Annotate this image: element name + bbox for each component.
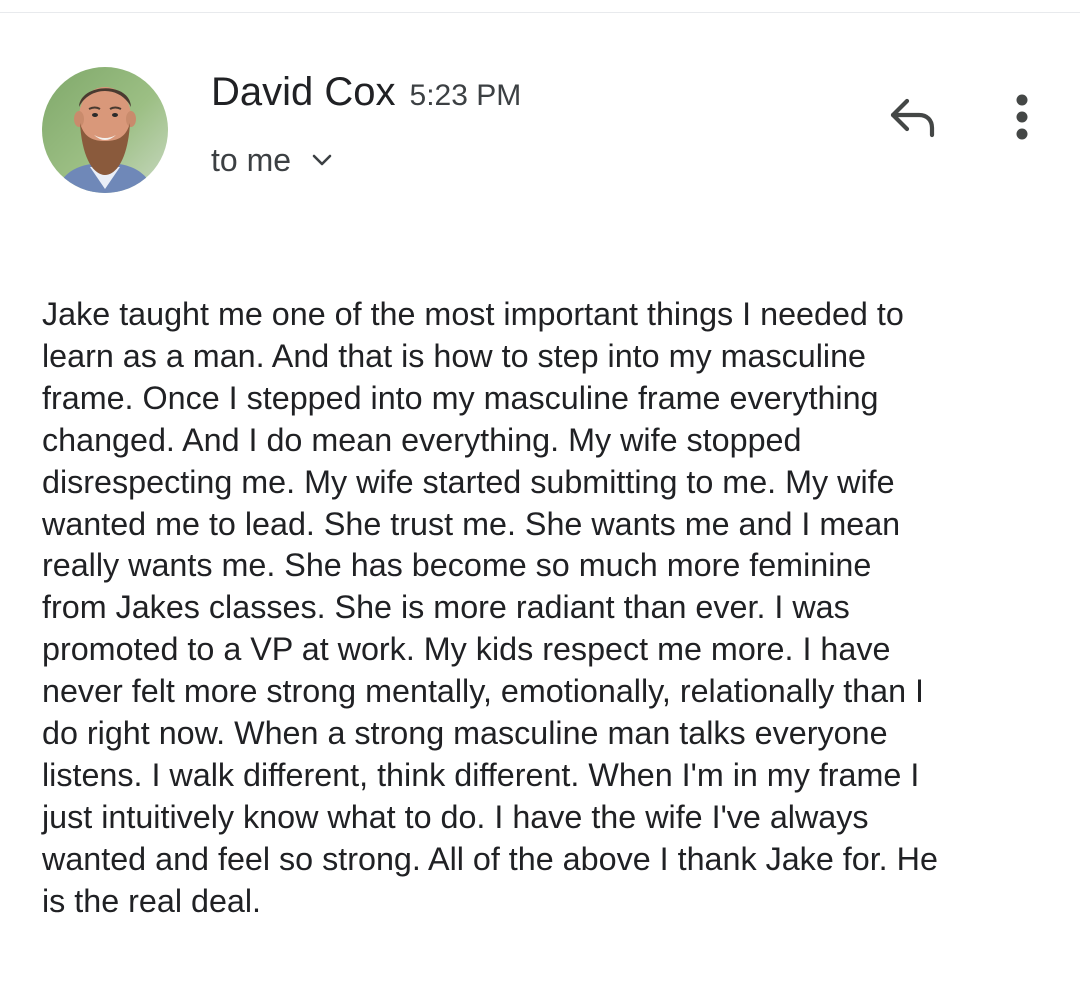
recipient-details-toggle[interactable]: to me [211,138,333,182]
more-vert-icon [1015,94,1029,145]
more-options-button[interactable] [996,92,1048,146]
avatar-photo [42,67,168,193]
sent-time: 5:23 PM [409,79,522,112]
sender-name[interactable]: David Cox [211,66,396,118]
reply-icon [887,95,939,144]
message-body: Jake taught me one of the most important… [42,296,938,919]
chevron-down-icon[interactable] [311,149,333,171]
avatar[interactable] [42,67,168,193]
reply-button[interactable] [880,92,946,146]
sender-header: David Cox 5:23 PM [211,66,521,122]
top-divider [0,12,1080,13]
recipient-label: to me [211,142,292,178]
